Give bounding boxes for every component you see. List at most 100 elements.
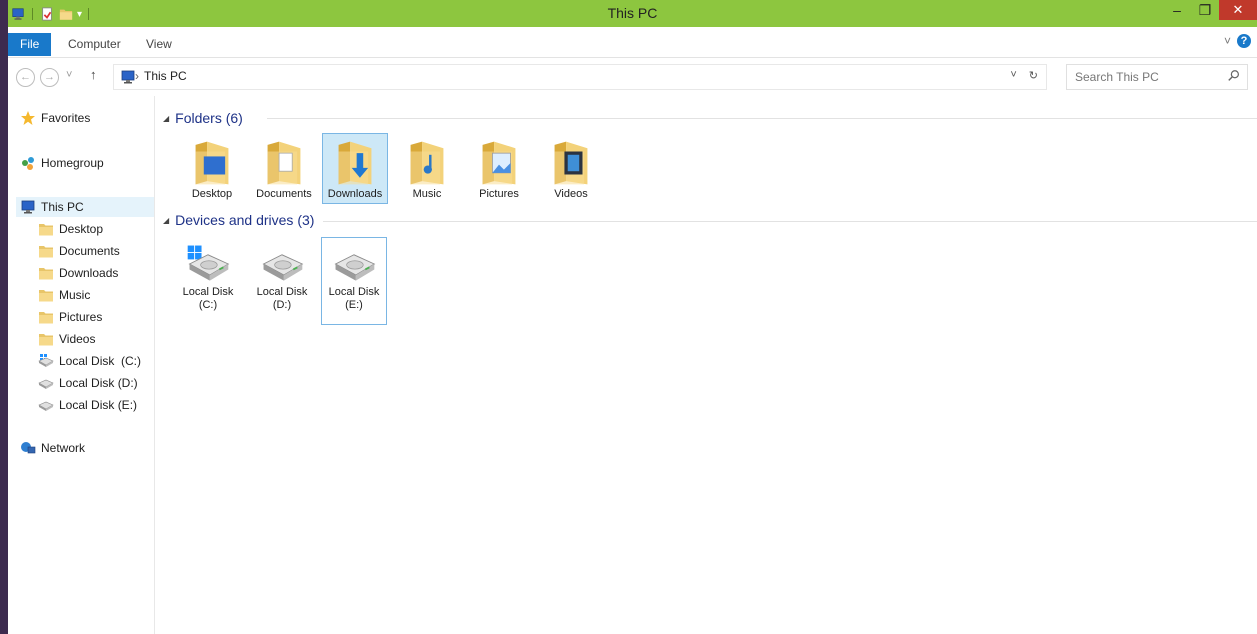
pictures-folder-icon <box>479 140 519 186</box>
nav-desktop-label: Desktop <box>59 222 104 236</box>
refresh-button[interactable]: ↻ <box>1029 69 1038 82</box>
folders-group-header[interactable]: ◢ Folders (6) <box>163 108 243 128</box>
nav-local-disk-d[interactable]: Local Disk (D:) <box>38 373 138 393</box>
address-row: ← → ˅ ↑ › This PC ˅ ↻ <box>8 62 1257 92</box>
nav-homegroup-label: Homegroup <box>41 156 104 170</box>
nav-downloads[interactable]: Downloads <box>38 263 118 283</box>
address-bar[interactable]: › This PC ˅ ↻ <box>113 64 1047 90</box>
system-drive-icon <box>38 354 54 369</box>
title-bar[interactable]: ▾ This PC – ❐ ✕ <box>8 0 1257 27</box>
folders-header-label: Folders (6) <box>175 110 243 126</box>
collapse-icon: ◢ <box>163 215 170 225</box>
folder-tile-desktop[interactable]: Desktop <box>179 133 245 204</box>
nav-favorites-label: Favorites <box>41 111 91 125</box>
pictures-folder-icon <box>38 309 54 325</box>
drive-icon <box>38 397 54 413</box>
forward-button[interactable]: → <box>40 68 59 87</box>
nav-network-label: Network <box>41 441 86 455</box>
group-divider <box>267 118 1257 119</box>
system-drive-icon <box>187 245 232 284</box>
nav-local-disk-c[interactable]: Local Disk (C:) <box>38 351 141 371</box>
folder-label: Documents <box>256 188 312 200</box>
drive-icon <box>258 244 306 284</box>
drive-letter: (D:) <box>272 299 292 311</box>
breadcrumb-this-pc[interactable]: This PC <box>144 69 187 83</box>
ribbon-right-controls: ˅ ? <box>1224 34 1251 48</box>
nav-local-disk-c-label: Local Disk (C:) <box>59 354 142 368</box>
search-box[interactable] <box>1066 64 1248 90</box>
collapse-icon: ◢ <box>163 113 170 123</box>
tab-computer[interactable]: Computer <box>58 33 131 55</box>
search-icon[interactable] <box>1227 69 1241 83</box>
breadcrumb-separator[interactable]: › <box>135 69 139 83</box>
drive-tile-d[interactable]: Local Disk (D:) <box>249 237 315 323</box>
computer-icon <box>120 69 136 85</box>
videos-folder-icon <box>551 140 591 186</box>
nav-this-pc[interactable]: This PC <box>16 197 154 217</box>
help-button[interactable]: ? <box>1237 34 1251 48</box>
folder-label: Music <box>412 188 442 200</box>
back-button[interactable]: ← <box>16 68 35 87</box>
network-icon <box>21 442 36 454</box>
drive-label: Local Disk <box>256 286 308 298</box>
expand-ribbon-button[interactable]: ˅ <box>1224 34 1231 48</box>
nav-downloads-label: Downloads <box>59 266 119 280</box>
ribbon-tabs: File Computer View ˅ ? <box>8 27 1257 58</box>
tab-file[interactable]: File <box>8 33 52 56</box>
drive-label: Local Disk <box>182 286 234 298</box>
nav-local-disk-d-label: Local Disk (D:) <box>59 376 138 390</box>
group-divider <box>323 221 1257 222</box>
music-folder-icon <box>407 140 447 186</box>
nav-local-disk-e[interactable]: Local Disk (E:) <box>38 395 137 415</box>
nav-favorites[interactable]: Favorites <box>20 108 90 128</box>
drive-letter: (C:) <box>198 299 218 311</box>
folder-tile-music[interactable]: Music <box>394 133 460 204</box>
nav-videos[interactable]: Videos <box>38 329 95 349</box>
documents-folder-icon <box>38 243 54 259</box>
drives-group-header[interactable]: ◢ Devices and drives (3) <box>163 210 314 230</box>
up-button[interactable]: ↑ <box>90 67 97 82</box>
address-dropdown-button[interactable]: ˅ <box>1010 69 1016 82</box>
nav-network[interactable]: Network <box>20 438 85 458</box>
folder-tile-downloads[interactable]: Downloads <box>322 133 388 204</box>
folder-tile-pictures[interactable]: Pictures <box>466 133 532 204</box>
nav-music-label: Music <box>59 288 91 302</box>
nav-documents[interactable]: Documents <box>38 241 120 261</box>
star-icon <box>21 111 35 125</box>
nav-music[interactable]: Music <box>38 285 90 305</box>
music-folder-icon <box>38 287 54 303</box>
folder-tile-documents[interactable]: Documents <box>251 133 317 204</box>
videos-folder-icon <box>38 331 54 347</box>
recent-locations-button[interactable]: ˅ <box>66 69 72 81</box>
drive-tile-e[interactable]: Local Disk (E:) <box>321 237 387 325</box>
nav-homegroup[interactable]: Homegroup <box>20 153 104 173</box>
nav-pictures-label: Pictures <box>59 310 103 324</box>
drive-tile-c[interactable]: Local Disk (C:) <box>175 237 241 323</box>
close-button[interactable]: ✕ <box>1219 0 1257 20</box>
nav-videos-label: Videos <box>59 332 96 346</box>
computer-icon <box>20 199 36 215</box>
drive-label: Local Disk <box>328 286 380 298</box>
restore-button[interactable]: ❐ <box>1191 0 1219 20</box>
nav-this-pc-label: This PC <box>41 200 84 214</box>
minimize-button[interactable]: – <box>1163 0 1191 20</box>
nav-pictures[interactable]: Pictures <box>38 307 102 327</box>
drive-letter: (E:) <box>345 299 363 311</box>
window-title: This PC <box>607 5 658 21</box>
explorer-window: ▾ This PC – ❐ ✕ File Computer View ˅ ? ←… <box>8 0 1257 634</box>
window-controls: – ❐ ✕ <box>1163 0 1257 27</box>
folder-label: Pictures <box>479 188 519 200</box>
drive-icon <box>38 375 54 391</box>
downloads-folder-icon <box>335 140 375 186</box>
desktop-folder-icon <box>192 140 232 186</box>
folder-tile-videos[interactable]: Videos <box>538 133 604 204</box>
tab-view[interactable]: View <box>136 33 182 55</box>
nav-documents-label: Documents <box>59 244 120 258</box>
search-input[interactable] <box>1073 68 1222 86</box>
nav-local-disk-e-label: Local Disk (E:) <box>59 398 138 412</box>
navigation-pane: Favorites Homegroup This PC Desktop Docu… <box>8 96 155 634</box>
content-area: ◢ Folders (6) Desktop Documents Download… <box>155 96 1257 634</box>
downloads-folder-icon <box>38 265 54 281</box>
address-controls: ˅ ↻ <box>1010 69 1038 82</box>
nav-desktop[interactable]: Desktop <box>38 219 103 239</box>
